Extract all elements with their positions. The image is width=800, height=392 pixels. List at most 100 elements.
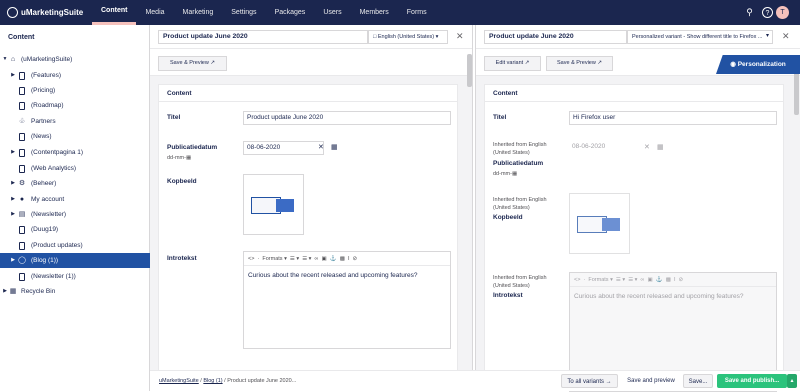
kopbeeld-image <box>569 193 630 254</box>
blog-icon: ◯ <box>18 257 26 264</box>
save-and-publish-button[interactable]: Save and publish... <box>717 374 787 388</box>
right-title-input[interactable]: Product update June 2020 <box>484 30 627 44</box>
numbered-list-icon[interactable]: ☰ <box>302 256 307 262</box>
breadcrumb: uMarketingSuite / Blog (1) / Product upd… <box>159 378 297 384</box>
nav-content[interactable]: Content <box>92 0 137 25</box>
kopbeeld-label: Kopbeeld <box>493 214 523 221</box>
to-all-variants-button[interactable]: To all variants → <box>561 374 618 388</box>
chevron-up-icon[interactable]: ▴ <box>787 374 797 388</box>
tree-node-root[interactable]: ▼ ⌂ (uMarketingSuite) <box>0 52 150 67</box>
rte-toolbar: <> · Formats ▾ ☰ ▾ ☰ ▾ ∞ ▣ ⚓ ▩ I ⊘ <box>244 252 450 266</box>
tree-node[interactable]: ♧ Partners <box>0 114 150 129</box>
publicatiedatum-label: Publicatiedatum <box>493 160 544 167</box>
chevron-down-icon[interactable]: ▾ <box>766 32 770 39</box>
date-format-hint: dd-mm-▦ <box>493 171 518 177</box>
document-icon <box>19 86 25 95</box>
unlink-icon[interactable]: ⊘ <box>353 256 358 262</box>
kopbeeld-image[interactable] <box>243 174 304 235</box>
nav-settings[interactable]: Settings <box>222 0 265 25</box>
umbraco-logo-icon[interactable] <box>7 7 18 18</box>
tree-node[interactable]: ▶ (Features) <box>0 68 150 83</box>
tree-node[interactable]: ▶ ▤ (Newsletter) <box>0 207 150 222</box>
edit-variant-button[interactable]: Edit variant ↗ <box>484 56 541 71</box>
tree-node-recycle-bin[interactable]: ▶ ▦ Recycle Bin <box>0 284 150 299</box>
right-editor-pane: Product update June 2020 Personalized va… <box>475 25 800 392</box>
left-pane-header: Product update June 2020 □ English (Unit… <box>150 25 472 49</box>
formats-dropdown[interactable]: Formats <box>262 256 282 262</box>
variant-dropdown[interactable]: Personalized variant - Show different ti… <box>627 30 773 44</box>
document-icon <box>19 164 25 173</box>
bullet-list-icon: ☰ <box>615 277 621 283</box>
titel-input[interactable]: Product update June 2020 <box>243 111 451 125</box>
italic-icon[interactable]: I <box>348 256 350 262</box>
italic-icon: I <box>673 277 676 283</box>
calendar-icon: ▦ <box>185 155 192 161</box>
search-icon[interactable]: ⚲ <box>744 7 755 18</box>
nav-media[interactable]: Media <box>136 0 173 25</box>
left-title-input[interactable]: Product update June 2020 <box>158 30 368 44</box>
personalization-tab[interactable]: ◉ Personalization <box>716 55 800 74</box>
tree-node[interactable]: ▶ (Contentpagina 1) <box>0 145 150 160</box>
tree-node-selected[interactable]: ▶ ◯ (Blog (1)) <box>0 253 150 268</box>
titel-input[interactable]: Hi Firefox user <box>569 111 777 125</box>
tree-node[interactable]: (Duug19) <box>0 222 150 237</box>
close-icon[interactable]: ✕ <box>456 31 464 42</box>
introtekst-text[interactable]: Curious about the recent released and up… <box>248 272 417 279</box>
gear-icon: ⚙ <box>18 180 26 187</box>
left-save-preview-button[interactable]: Save & Preview ↗ <box>158 56 227 71</box>
calendar-icon[interactable]: ▦ <box>331 143 338 151</box>
left-editor-pane: Product update June 2020 □ English (Unit… <box>150 25 473 391</box>
image-icon[interactable]: ▣ <box>322 256 327 262</box>
document-icon <box>19 241 25 250</box>
document-icon <box>19 71 25 80</box>
nav-marketing[interactable]: Marketing <box>174 0 223 25</box>
clear-date-icon[interactable]: ✕ <box>318 143 324 151</box>
anchor-icon[interactable]: ⚓ <box>330 256 337 262</box>
home-icon: ⌂ <box>10 56 16 63</box>
right-content-header: Content <box>485 85 783 102</box>
breadcrumb-link[interactable]: uMarketingSuite <box>159 378 199 384</box>
top-bar: uMarketingSuite Content Media Marketing … <box>0 0 800 25</box>
left-scrollbar[interactable] <box>467 54 472 87</box>
link-icon: ∞ <box>640 277 645 283</box>
code-icon[interactable]: <> <box>248 256 254 262</box>
help-icon[interactable]: ? <box>762 7 773 18</box>
nav-forms[interactable]: Forms <box>398 0 436 25</box>
clear-date-icon: ✕ <box>644 144 650 151</box>
nav-users[interactable]: Users <box>314 0 350 25</box>
language-dropdown[interactable]: □ English (United States) ▾ <box>368 30 448 44</box>
document-icon <box>19 148 25 157</box>
save-and-preview-button[interactable]: Save and preview <box>622 374 680 388</box>
breadcrumb-link[interactable]: Blog (1) <box>203 378 222 384</box>
link-icon[interactable]: ∞ <box>315 256 319 262</box>
close-icon[interactable]: ✕ <box>782 31 790 42</box>
publicatiedatum-input: 08-06-2020 <box>569 141 650 155</box>
document-icon <box>19 225 25 234</box>
tree-node[interactable]: ▶ ● My account <box>0 192 150 207</box>
tree-node[interactable]: (Roadmap) <box>0 98 150 113</box>
tree-node[interactable]: (Product updates) <box>0 238 150 253</box>
monitor-icon[interactable]: ▩ <box>340 256 345 262</box>
right-save-preview-button[interactable]: Save & Preview ↗ <box>546 56 613 71</box>
nav-packages[interactable]: Packages <box>266 0 315 25</box>
code-icon: <> <box>574 277 581 283</box>
bullet-list-icon[interactable]: ☰ <box>290 256 295 262</box>
content-tree: Content ▼ ⌂ (uMarketingSuite) ▶ (Features) … <box>0 25 150 391</box>
tree-node[interactable]: (Pricing) <box>0 83 150 98</box>
inherited-note: Inherited from English (United States) <box>493 197 547 211</box>
kopbeeld-label: Kopbeeld <box>167 178 197 185</box>
image-icon: ▣ <box>647 277 653 283</box>
save-button[interactable]: Save... <box>683 374 713 388</box>
introtekst-editor[interactable]: <> · Formats ▾ ☰ ▾ ☰ ▾ ∞ ▣ ⚓ ▩ I ⊘ Curio… <box>243 251 451 349</box>
introtekst-label: Introtekst <box>493 292 523 299</box>
titel-label: Titel <box>167 114 181 121</box>
tree-node[interactable]: (Web Analytics) <box>0 161 150 176</box>
tree-node[interactable]: ▶ ⚙ (Beheer) <box>0 176 150 191</box>
publicatiedatum-input[interactable]: 08-06-2020 <box>243 141 324 155</box>
avatar[interactable]: T <box>776 6 789 19</box>
tree-node[interactable]: (Newsletter (1)) <box>0 269 150 284</box>
right-pane-header: Product update June 2020 Personalized va… <box>476 25 800 49</box>
breadcrumb-current: Product update June 2020... <box>227 378 297 384</box>
nav-members[interactable]: Members <box>351 0 398 25</box>
tree-node[interactable]: (News) <box>0 129 150 144</box>
